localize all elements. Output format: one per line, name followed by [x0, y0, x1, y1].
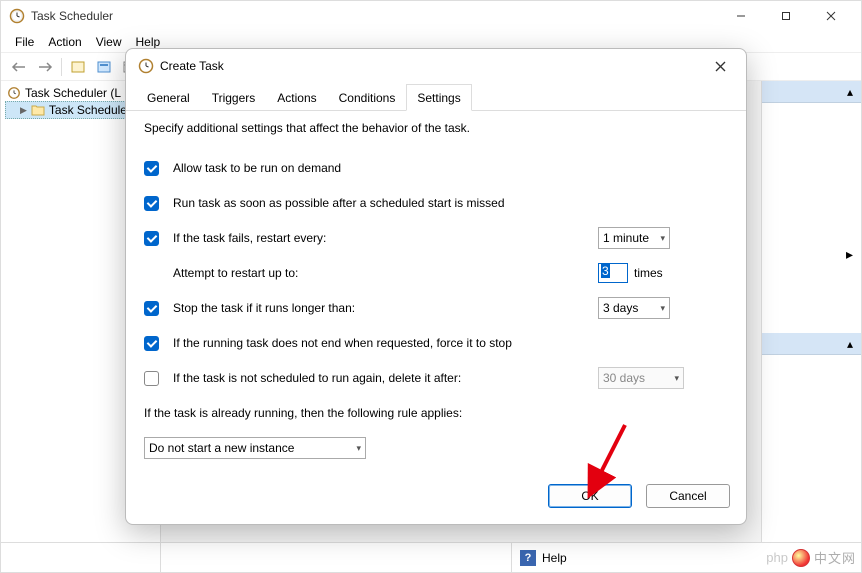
chevron-down-icon: ▾	[660, 303, 665, 314]
back-button[interactable]	[7, 56, 31, 78]
opt-stop-longer: Stop the task if it runs longer than: 3 …	[144, 297, 728, 319]
clock-icon	[7, 86, 21, 100]
label-rule: If the task is already running, then the…	[144, 406, 462, 420]
dialog-footer: OK Cancel	[126, 472, 746, 524]
tab-triggers[interactable]: Triggers	[201, 84, 267, 111]
opt-force-stop: If the running task does not end when re…	[144, 332, 728, 354]
main-title: Task Scheduler	[31, 9, 718, 23]
tb-btn-1[interactable]	[66, 56, 90, 78]
checkbox-restart[interactable]	[144, 231, 159, 246]
maximize-button[interactable]	[763, 2, 808, 31]
label-force-stop: If the running task does not end when re…	[173, 336, 512, 350]
status-help-label: Help	[542, 551, 567, 565]
combo-delete-duration-value: 30 days	[603, 371, 645, 385]
label-delete-after: If the task is not scheduled to run agai…	[173, 371, 461, 385]
chevron-down-icon: ▾	[674, 373, 679, 384]
watermark: php 中文网	[766, 548, 856, 567]
menu-action[interactable]: Action	[42, 33, 87, 51]
tab-general[interactable]: General	[136, 84, 201, 111]
menu-view[interactable]: View	[90, 33, 128, 51]
app-icon	[9, 8, 25, 24]
opt-delete-after: If the task is not scheduled to run agai…	[144, 367, 728, 389]
combo-stop-duration[interactable]: 3 days ▾	[598, 297, 670, 319]
action-panel: ▴ ▸ ▴	[761, 81, 861, 542]
folder-icon	[31, 104, 45, 116]
checkbox-allow-demand[interactable]	[144, 161, 159, 176]
expand-arrow-icon[interactable]: ▸	[846, 246, 853, 263]
dialog-title: Create Task	[160, 59, 706, 73]
status-left	[1, 543, 161, 572]
tab-settings[interactable]: Settings	[406, 84, 471, 111]
combo-running-rule-value: Do not start a new instance	[149, 441, 294, 455]
opt-allow-demand: Allow task to be run on demand	[144, 157, 728, 179]
chevron-down-icon: ▾	[356, 443, 361, 454]
cancel-button[interactable]: Cancel	[646, 484, 730, 508]
checkbox-stop-longer[interactable]	[144, 301, 159, 316]
opt-rule-combo: Do not start a new instance ▾	[144, 437, 728, 459]
help-icon: ?	[520, 550, 536, 566]
opt-run-asap: Run task as soon as possible after a sch…	[144, 192, 728, 214]
combo-delete-duration: 30 days ▾	[598, 367, 684, 389]
dialog-title-bar: Create Task	[126, 49, 746, 83]
action-header-1[interactable]: ▴	[762, 81, 861, 103]
main-title-bar: Task Scheduler	[1, 1, 861, 31]
label-restart: If the task fails, restart every:	[173, 231, 326, 245]
window-controls	[718, 2, 853, 31]
label-run-asap: Run task as soon as possible after a sch…	[173, 196, 505, 210]
tb-btn-2[interactable]	[92, 56, 116, 78]
status-mid	[161, 543, 511, 572]
cancel-label: Cancel	[669, 489, 706, 503]
checkbox-delete-after[interactable]	[144, 371, 159, 386]
opt-attempt: Attempt to restart up to: 3 times	[144, 262, 728, 284]
checkbox-force-stop[interactable]	[144, 336, 159, 351]
tree-root-label: Task Scheduler (L	[25, 86, 121, 100]
ok-label: OK	[581, 489, 598, 503]
tree-child-label: Task Schedule	[49, 103, 127, 117]
opt-rule-label: If the task is already running, then the…	[144, 402, 728, 424]
forward-button[interactable]	[33, 56, 57, 78]
watermark-text: 中文网	[814, 548, 856, 567]
dialog-body: Specify additional settings that affect …	[126, 111, 746, 472]
chevron-up-icon: ▴	[847, 85, 853, 99]
tab-actions[interactable]: Actions	[266, 84, 327, 111]
ok-button[interactable]: OK	[548, 484, 632, 508]
combo-restart-interval-value: 1 minute	[603, 231, 649, 245]
tab-strip: General Triggers Actions Conditions Sett…	[126, 83, 746, 111]
label-allow-demand: Allow task to be run on demand	[173, 161, 341, 175]
status-bar: ? Help	[1, 542, 861, 572]
watermark-logo-icon	[792, 549, 810, 567]
input-attempt-value: 3	[601, 264, 610, 278]
checkbox-run-asap[interactable]	[144, 196, 159, 211]
action-header-2[interactable]: ▴	[762, 333, 861, 355]
label-attempt-suffix: times	[634, 266, 663, 280]
opt-restart: If the task fails, restart every: 1 minu…	[144, 227, 728, 249]
combo-running-rule[interactable]: Do not start a new instance ▾	[144, 437, 366, 459]
toolbar-separator	[61, 58, 62, 76]
tab-conditions[interactable]: Conditions	[328, 84, 407, 111]
minimize-button[interactable]	[718, 2, 763, 31]
dialog-close-button[interactable]	[706, 52, 734, 80]
combo-restart-interval[interactable]: 1 minute ▾	[598, 227, 670, 249]
chevron-down-icon: ▾	[660, 233, 665, 244]
chevron-right-icon: ▶	[20, 105, 27, 116]
create-task-dialog: Create Task General Triggers Actions Con…	[125, 48, 747, 525]
chevron-up-icon: ▴	[847, 337, 853, 351]
dialog-icon	[138, 58, 154, 74]
combo-stop-duration-value: 3 days	[603, 301, 638, 315]
label-stop-longer: Stop the task if it runs longer than:	[173, 301, 355, 315]
settings-description: Specify additional settings that affect …	[144, 121, 728, 135]
close-button[interactable]	[808, 2, 853, 31]
label-attempt: Attempt to restart up to:	[173, 266, 298, 280]
input-attempt-count[interactable]: 3	[598, 263, 628, 283]
menu-file[interactable]: File	[9, 33, 40, 51]
